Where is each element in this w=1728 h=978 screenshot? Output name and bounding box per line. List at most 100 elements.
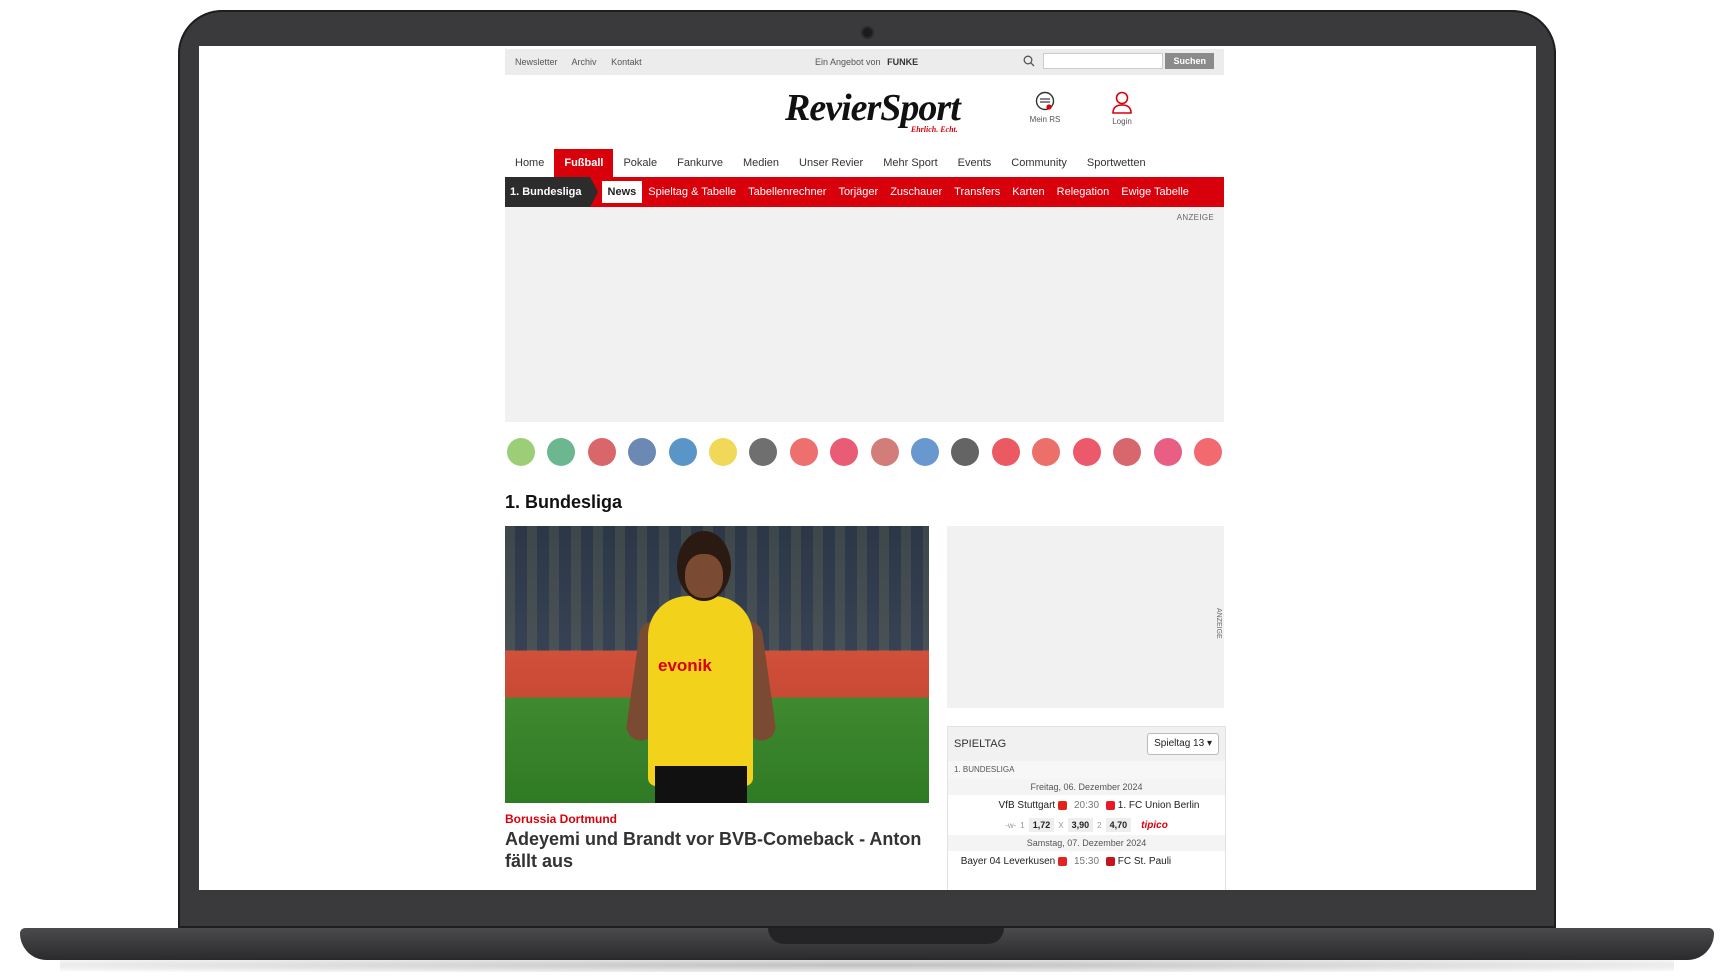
sub-navigation: 1. Bundesliga News Spieltag & Tabelle Tabe… (505, 177, 1224, 207)
club-logo-icon[interactable] (991, 438, 1020, 466)
odds-draw[interactable]: 3,90 (1067, 818, 1094, 832)
article-headline[interactable]: Adeyemi und Brandt vor BVB-Comeback - An… (505, 828, 929, 872)
odds-away[interactable]: 4,70 (1105, 818, 1132, 832)
home-team-crest-icon (1058, 800, 1067, 810)
home-team: Bayer 04 Leverkusen (960, 855, 1056, 867)
browser-viewport: Newsletter Archiv Kontakt Ein Angebot vo… (199, 46, 1536, 890)
subnav-item-tabellenrechner[interactable]: Tabellenrechner (742, 181, 832, 203)
nav-item-unser-revier[interactable]: Unser Revier (789, 149, 873, 177)
nav-item-events[interactable]: Events (948, 149, 1002, 177)
club-logo-icon[interactable] (709, 438, 738, 466)
search-area: Suchen (1023, 53, 1214, 69)
reviersport-logo[interactable]: RevierSport Ehrlich. Echt. (785, 87, 961, 134)
content-area: evonik Borussia Dortmund Adeyemi und Bra… (505, 526, 1226, 890)
player-jersey (648, 596, 753, 786)
subnav-item-news[interactable]: News (601, 181, 643, 203)
search-input[interactable] (1043, 53, 1164, 69)
sidebar-ad[interactable]: ANZEIGE (947, 526, 1224, 708)
club-logo-icon[interactable] (1072, 438, 1101, 466)
nav-item-pokale[interactable]: Pokale (613, 149, 667, 177)
login-button[interactable]: Login (1102, 91, 1142, 126)
ad-banner[interactable]: ANZEIGE (505, 207, 1224, 422)
user-icon (1112, 91, 1132, 114)
club-logo-icon[interactable] (507, 438, 535, 466)
club-logo-bar (505, 422, 1224, 482)
newsletter-link[interactable]: Newsletter (515, 57, 558, 67)
jersey-sponsor: evonik (658, 656, 712, 675)
club-logo-icon[interactable] (628, 438, 657, 466)
subnav-item-spieltag-tabelle[interactable]: Spieltag & Tabelle (642, 181, 742, 203)
home-team-crest-icon (1058, 856, 1067, 866)
funke-logo[interactable]: FUNKE (887, 57, 918, 67)
mein-rs-label: Mein RS (1029, 115, 1061, 124)
nav-item-fankurve[interactable]: Fankurve (667, 149, 733, 177)
spieltag-select[interactable]: Spieltag 13 ▾ (1147, 733, 1219, 755)
odds-home[interactable]: 1,72 (1028, 818, 1055, 832)
page-title: 1. Bundesliga (505, 492, 623, 512)
match-row[interactable]: Bayer 04 Leverkusen 15:30 FC St. Pauli (948, 851, 1225, 871)
search-icon[interactable] (1023, 55, 1035, 67)
club-logo-icon[interactable] (911, 438, 940, 466)
away-team-crest-icon (1106, 800, 1115, 810)
club-logo-icon[interactable] (870, 438, 899, 466)
top-links: Newsletter Archiv Kontakt (515, 57, 654, 67)
publisher-note: Ein Angebot von FUNKE (815, 57, 918, 67)
kickoff-time: 20:30 (1073, 799, 1100, 811)
kontakt-link[interactable]: Kontakt (611, 57, 642, 67)
main-navigation: Home Fußball Pokale Fankurve Medien Unser Rev… (505, 149, 1224, 177)
article-image[interactable]: evonik (505, 526, 929, 803)
article-kicker[interactable]: Borussia Dortmund (505, 812, 617, 826)
club-logo-icon[interactable] (789, 438, 818, 466)
club-logo-icon[interactable] (547, 438, 576, 466)
spieltag-header: SPIELTAG Spieltag 13 ▾ (948, 727, 1225, 761)
nav-item-community[interactable]: Community (1001, 149, 1077, 177)
club-logo-icon[interactable] (1032, 438, 1061, 466)
logo-wordmark: RevierSport (785, 87, 961, 129)
subnav-item-ewige-tabelle[interactable]: Ewige Tabelle (1115, 181, 1195, 203)
logo-tagline: Ehrlich. Echt. (910, 125, 958, 134)
match-date: Samstag, 07. Dezember 2024 (948, 835, 1225, 851)
away-team: 1. FC Union Berlin (1117, 799, 1200, 811)
club-logo-icon[interactable] (951, 438, 980, 466)
nav-item-home[interactable]: Home (505, 149, 554, 177)
club-logo-icon[interactable] (749, 438, 778, 466)
chevron-down-icon: ▾ (1206, 738, 1212, 749)
club-logo-icon[interactable] (830, 438, 859, 466)
archiv-link[interactable]: Archiv (572, 57, 597, 67)
odds-label-x: X (1058, 820, 1064, 830)
odds-label-1: 1 (1020, 820, 1025, 830)
nav-item-sportwetten[interactable]: Sportwetten (1077, 149, 1156, 177)
nav-item-medien[interactable]: Medien (733, 149, 789, 177)
login-label: Login (1112, 117, 1132, 126)
subnav-item-transfers[interactable]: Transfers (948, 181, 1006, 203)
mein-rs-button[interactable]: Mein RS (1025, 91, 1065, 124)
search-button[interactable]: Suchen (1165, 53, 1214, 69)
league-label[interactable]: 1. Bundesliga (505, 177, 598, 207)
club-logo-icon[interactable] (1113, 438, 1142, 466)
spieltag-select-value: Spieltag 13 (1154, 738, 1205, 749)
nav-item-mehr-sport[interactable]: Mehr Sport (873, 149, 947, 177)
club-logo-icon[interactable] (668, 438, 697, 466)
subnav-item-zuschauer[interactable]: Zuschauer (884, 181, 948, 203)
player-shorts (655, 766, 747, 803)
home-team: VfB Stuttgart (998, 799, 1056, 811)
nav-item-fußball[interactable]: Fußball (554, 149, 614, 177)
subnav-item-relegation[interactable]: Relegation (1051, 181, 1116, 203)
spieltag-title: SPIELTAG (954, 738, 1007, 750)
subnav-item-karten[interactable]: Karten (1006, 181, 1050, 203)
player-face (685, 554, 723, 598)
club-logo-icon[interactable] (1193, 438, 1222, 466)
tipico-logo[interactable]: tipico (1141, 820, 1168, 831)
club-logo-icon[interactable] (1153, 438, 1182, 466)
club-logo-icon[interactable] (587, 438, 616, 466)
webcam (863, 28, 872, 37)
laptop-base (20, 928, 1714, 960)
website: Newsletter Archiv Kontakt Ein Angebot vo… (505, 49, 1226, 890)
subnav-item-torjäger[interactable]: Torjäger (832, 181, 884, 203)
spieltag-widget: SPIELTAG Spieltag 13 ▾ 1. BUNDESLIGA Fre… (947, 726, 1226, 890)
offer-prefix: Ein Angebot von (815, 57, 881, 67)
match-row[interactable]: VfB Stuttgart 20:30 1. FC Union Berlin (948, 795, 1225, 815)
laptop-notch (768, 928, 1004, 944)
odds-row: -w- 1 1,72 X 3,90 2 4,70 tipico (948, 815, 1225, 835)
laptop-shadow (60, 958, 1674, 972)
